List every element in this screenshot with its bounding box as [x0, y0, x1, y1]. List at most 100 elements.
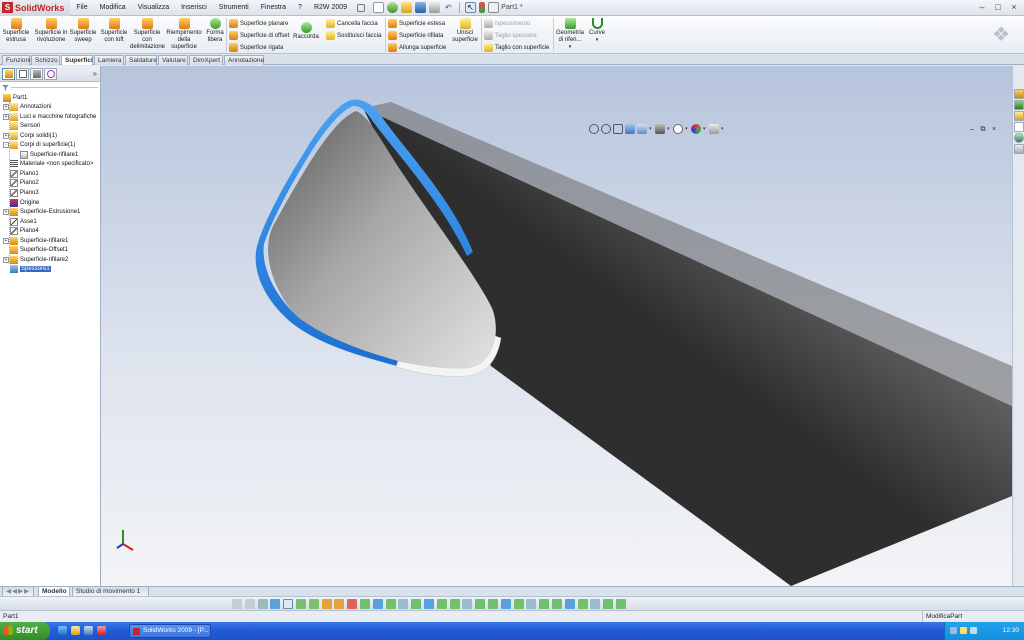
- menu-item[interactable]: R2W 2009: [308, 0, 353, 16]
- sketch-tool-icon[interactable]: [398, 599, 409, 609]
- sketch-tool-icon[interactable]: [296, 599, 306, 609]
- file-explorer-icon[interactable]: [1014, 111, 1024, 121]
- viewport-restore-button[interactable]: ⧉: [979, 126, 987, 134]
- curves-button[interactable]: Curve ▾: [587, 18, 607, 44]
- tree-node[interactable]: Piano4: [3, 227, 39, 236]
- command-tab[interactable]: Annotazione: [224, 55, 264, 65]
- tree-node[interactable]: Spessore1: [3, 265, 52, 274]
- display-style-icon[interactable]: [655, 123, 665, 134]
- zoom-area-icon[interactable]: [601, 123, 611, 134]
- chevron-down-icon[interactable]: ▾: [721, 124, 725, 134]
- previous-view-icon[interactable]: [613, 123, 623, 134]
- menu-pin-icon[interactable]: [357, 3, 366, 12]
- command-row[interactable]: Superficie estesa: [388, 19, 445, 28]
- sketch-tool-icon[interactable]: [539, 599, 550, 609]
- tree-node[interactable]: Piano1: [3, 169, 39, 178]
- sketch-tool-icon[interactable]: [449, 599, 460, 609]
- menu-item[interactable]: Visualizza: [132, 0, 175, 16]
- zoom-to-fit-icon[interactable]: [589, 123, 599, 134]
- command-row[interactable]: Ispessimento: [484, 19, 530, 28]
- fillet-button[interactable]: Raccorda: [292, 18, 320, 41]
- menu-item[interactable]: ?: [292, 0, 308, 16]
- tree-node[interactable]: + Corpi solidi(1): [3, 131, 57, 140]
- configuration-manager-tab[interactable]: [30, 67, 43, 80]
- command-tab[interactable]: Saldature: [125, 55, 157, 65]
- sketch-tool-icon[interactable]: [488, 599, 498, 609]
- command-row[interactable]: Taglio con superficie: [484, 43, 549, 52]
- tree-node[interactable]: Part1: [3, 93, 27, 102]
- sketch-tool-icon[interactable]: [411, 599, 422, 609]
- tree-filter[interactable]: [2, 83, 98, 92]
- command-button[interactable]: Forma libera: [203, 18, 227, 44]
- command-button[interactable]: Superficie con loft: [99, 18, 129, 44]
- viewport-minimize-button[interactable]: –: [968, 126, 976, 134]
- tree-node[interactable]: Sensori: [3, 122, 40, 131]
- tray-app-icon[interactable]: [970, 627, 977, 634]
- chevron-down-icon[interactable]: ▾: [703, 124, 707, 134]
- sketch-tool-icon[interactable]: [603, 599, 614, 609]
- expand-toggle-icon[interactable]: +: [3, 237, 9, 244]
- command-tab[interactable]: Valutare: [158, 55, 188, 65]
- sketch-tool-icon[interactable]: [270, 599, 281, 609]
- new-document-icon[interactable]: [373, 2, 385, 13]
- command-row[interactable]: Taglio spessore: [484, 31, 537, 40]
- undo-icon[interactable]: ↶: [443, 2, 454, 13]
- property-manager-tab[interactable]: [16, 67, 29, 80]
- sketch-tool-icon[interactable]: [308, 599, 319, 609]
- sketch-tool-icon[interactable]: [257, 599, 268, 609]
- menu-item[interactable]: File: [70, 0, 93, 16]
- tree-node[interactable]: Origine: [3, 198, 39, 207]
- tree-node[interactable]: Superficie-Offset1: [3, 246, 68, 255]
- tree-node[interactable]: Superficie-rifilare1: [13, 150, 78, 159]
- command-button[interactable]: Superficie sweep: [68, 18, 98, 44]
- sketch-tool-icon[interactable]: [616, 599, 626, 609]
- sketch-tool-icon[interactable]: [385, 599, 396, 609]
- tree-node[interactable]: Piano2: [3, 179, 39, 188]
- sketch-tool-icon[interactable]: [577, 599, 588, 609]
- rebuild-icon[interactable]: [387, 2, 399, 13]
- sketch-tool-icon[interactable]: [244, 599, 255, 609]
- command-tab[interactable]: Superfici: [61, 55, 93, 65]
- section-view-icon[interactable]: [625, 123, 635, 134]
- chevron-down-icon[interactable]: ▾: [685, 124, 689, 134]
- appearance-icon[interactable]: [691, 123, 701, 134]
- tree-node[interactable]: + Superficie-rifilare2: [3, 255, 68, 264]
- menu-item[interactable]: Finestra: [255, 0, 292, 16]
- command-tab[interactable]: DimXpert: [189, 55, 223, 65]
- view-palette-icon[interactable]: [1014, 133, 1024, 143]
- design-library-icon[interactable]: [1014, 100, 1024, 110]
- sketch-tool-icon[interactable]: [552, 599, 562, 609]
- expand-toggle-icon[interactable]: +: [3, 113, 9, 120]
- open-document-icon[interactable]: [401, 2, 413, 13]
- close-button[interactable]: ×: [1008, 2, 1020, 13]
- command-row[interactable]: Superficie di offset: [229, 31, 289, 40]
- graphics-area[interactable]: ▾ ▾ ▾ ▾ ▾ – ⧉ ×: [101, 66, 1012, 586]
- expand-toggle-icon[interactable]: +: [3, 209, 9, 216]
- sketch-tool-icon[interactable]: [513, 599, 524, 609]
- scene-icon[interactable]: [709, 123, 719, 134]
- show-desktop-icon[interactable]: [84, 626, 93, 635]
- sketch-tool-icon[interactable]: [500, 599, 511, 609]
- sketch-tool-icon[interactable]: [424, 599, 434, 609]
- chevron-right-icon[interactable]: »: [93, 69, 97, 78]
- chevron-down-icon[interactable]: ▾: [649, 124, 653, 134]
- sketch-tool-icon[interactable]: [334, 599, 345, 609]
- command-tab[interactable]: Funzioni: [2, 55, 31, 65]
- command-row[interactable]: Superficie rigata: [229, 43, 283, 52]
- knit-surface-button[interactable]: Unisci superficie: [450, 18, 480, 44]
- tree-node[interactable]: Piano3: [3, 189, 39, 198]
- internet-explorer-icon[interactable]: [58, 626, 67, 635]
- solidworks-resources-icon[interactable]: [1014, 89, 1024, 99]
- viewport-close-button[interactable]: ×: [990, 126, 998, 134]
- quick-launch-icon[interactable]: [97, 626, 106, 635]
- dimxpert-manager-tab[interactable]: [44, 67, 57, 80]
- sketch-tool-icon[interactable]: [462, 599, 473, 609]
- sketch-tool-icon[interactable]: [436, 599, 447, 609]
- tree-node[interactable]: - Corpi di superficie(1): [3, 141, 75, 150]
- search-icon[interactable]: [1014, 122, 1024, 132]
- expand-toggle-icon[interactable]: +: [3, 104, 9, 111]
- minimize-button[interactable]: –: [976, 2, 988, 13]
- sketch-tool-icon[interactable]: [564, 599, 575, 609]
- maximize-button[interactable]: □: [992, 2, 1004, 13]
- print-icon[interactable]: [429, 2, 441, 13]
